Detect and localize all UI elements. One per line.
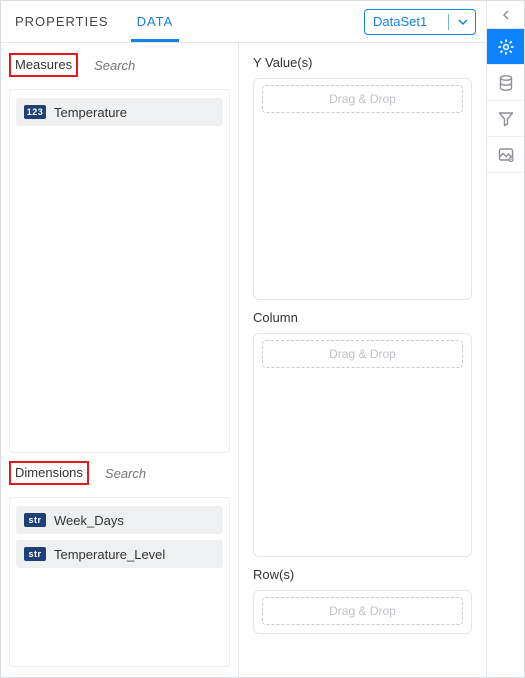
- numeric-type-icon: 123: [24, 105, 46, 119]
- column-label: Column: [253, 310, 472, 325]
- chevron-down-icon: [457, 16, 469, 28]
- top-bar: PROPERTIES DATA DataSet1: [1, 1, 486, 43]
- tabs: PROPERTIES DATA: [1, 1, 187, 42]
- dimensions-search-input[interactable]: [105, 466, 239, 481]
- drop-placeholder: Drag & Drop: [262, 597, 463, 625]
- string-type-icon: str: [24, 547, 46, 561]
- y-values-dropzone[interactable]: Drag & Drop: [253, 78, 472, 300]
- column-dropzone[interactable]: Drag & Drop: [253, 333, 472, 557]
- measures-search[interactable]: [88, 53, 239, 77]
- dimensions-label: Dimensions: [9, 461, 89, 485]
- y-values-label: Y Value(s): [253, 55, 472, 70]
- expand-panel-button[interactable]: [487, 1, 524, 29]
- tab-data-label: DATA: [137, 14, 174, 29]
- dimension-item[interactable]: str Week_Days: [16, 506, 223, 534]
- measures-search-input[interactable]: [94, 58, 239, 73]
- dimensions-list: str Week_Days str Temperature_Level: [9, 497, 230, 667]
- filter-button[interactable]: [487, 101, 524, 137]
- dimension-item-label: Temperature_Level: [54, 547, 165, 562]
- image-gear-icon: [497, 146, 515, 164]
- side-toolbar: [486, 1, 524, 677]
- measures-header: Measures: [9, 53, 230, 77]
- measures-label: Measures: [9, 53, 78, 77]
- settings-button[interactable]: [487, 29, 524, 65]
- drop-placeholder: Drag & Drop: [262, 85, 463, 113]
- dataset-dropdown[interactable]: DataSet1: [364, 9, 476, 35]
- dimension-item[interactable]: str Temperature_Level: [16, 540, 223, 568]
- fields-panel: Measures 123 Temperature Dimensions: [1, 43, 239, 677]
- tab-properties[interactable]: PROPERTIES: [1, 1, 123, 42]
- measures-list: 123 Temperature: [9, 89, 230, 453]
- tab-data[interactable]: DATA: [123, 1, 188, 42]
- database-icon: [497, 74, 515, 92]
- tab-properties-label: PROPERTIES: [15, 14, 109, 29]
- rows-dropzone[interactable]: Drag & Drop: [253, 590, 472, 634]
- dataset-selected: DataSet1: [373, 14, 427, 29]
- measure-item[interactable]: 123 Temperature: [16, 98, 223, 126]
- data-button[interactable]: [487, 65, 524, 101]
- dimension-item-label: Week_Days: [54, 513, 124, 528]
- drop-placeholder: Drag & Drop: [262, 340, 463, 368]
- string-type-icon: str: [24, 513, 46, 527]
- binding-panel: Y Value(s) Drag & Drop Column Drag & Dro…: [239, 43, 486, 677]
- dimensions-search[interactable]: [99, 461, 239, 485]
- filter-icon: [497, 110, 515, 128]
- dimensions-header: Dimensions: [9, 461, 230, 485]
- image-settings-button[interactable]: [487, 137, 524, 173]
- gear-icon: [497, 38, 515, 56]
- rows-label: Row(s): [253, 567, 472, 582]
- measure-item-label: Temperature: [54, 105, 127, 120]
